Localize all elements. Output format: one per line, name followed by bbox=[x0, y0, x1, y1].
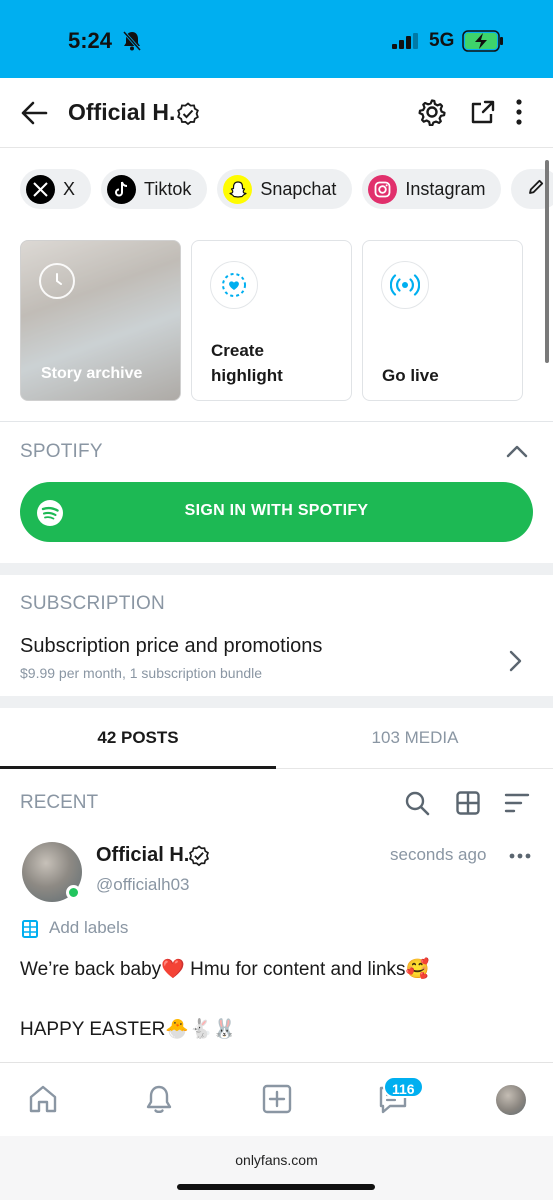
clock-history-icon bbox=[39, 263, 75, 299]
sort-icon[interactable] bbox=[504, 790, 530, 821]
scrollbar[interactable] bbox=[545, 160, 549, 363]
home-icon[interactable] bbox=[27, 1083, 59, 1120]
more-vertical-icon[interactable] bbox=[515, 98, 523, 131]
label-icon[interactable] bbox=[21, 919, 39, 944]
url-text[interactable]: onlyfans.com bbox=[0, 1152, 553, 1168]
section-divider bbox=[0, 563, 553, 575]
subscription-price-row[interactable]: Subscription price and promotions $9.99 … bbox=[0, 624, 553, 696]
grid-view-icon[interactable] bbox=[455, 790, 481, 821]
go-live-card[interactable]: Go live bbox=[362, 240, 523, 401]
tab-media[interactable]: 103 MEDIA bbox=[277, 708, 553, 769]
social-chip-label: Tiktok bbox=[144, 178, 192, 199]
subscription-section-title: SUBSCRIPTION bbox=[20, 593, 165, 614]
bell-slash-icon bbox=[122, 30, 142, 57]
share-icon[interactable] bbox=[469, 98, 497, 131]
tiktok-logo-icon bbox=[107, 174, 137, 204]
divider bbox=[0, 421, 553, 422]
add-labels-link[interactable]: Add labels bbox=[49, 918, 128, 938]
back-arrow-icon[interactable] bbox=[20, 100, 48, 131]
x-logo-icon bbox=[26, 174, 55, 204]
tab-posts[interactable]: 42 POSTS bbox=[0, 708, 276, 769]
social-chip-instagram[interactable]: Instagram bbox=[362, 169, 502, 209]
signal-icon bbox=[392, 33, 420, 54]
search-icon[interactable] bbox=[404, 790, 430, 821]
battery-charging-icon bbox=[462, 30, 504, 57]
subscription-row-detail: $9.99 per month, 1 subscription bundle bbox=[20, 665, 263, 681]
verified-badge-icon bbox=[188, 845, 210, 872]
social-chip-snapchat[interactable]: Snapchat bbox=[217, 169, 353, 209]
post-author-handle[interactable]: @officialh03 bbox=[96, 875, 190, 895]
bottom-navigation: 116 bbox=[0, 1062, 553, 1136]
verified-badge-icon bbox=[176, 102, 200, 131]
social-chip-label: X bbox=[63, 178, 76, 199]
profile-avatar-nav[interactable] bbox=[496, 1085, 526, 1115]
social-chip-label: Snapchat bbox=[260, 178, 337, 199]
messages-badge: 116 bbox=[383, 1076, 424, 1098]
post-text: HAPPY EASTER🐣🐇🐰 bbox=[20, 1019, 237, 1040]
live-broadcast-icon bbox=[381, 261, 429, 309]
status-bar: 5:24 5G bbox=[0, 0, 553, 78]
spotify-button-label: SIGN IN WITH SPOTIFY bbox=[184, 502, 369, 519]
section-divider bbox=[0, 696, 553, 708]
chevron-up-icon[interactable] bbox=[506, 444, 528, 463]
social-chip-label: Instagram bbox=[405, 178, 486, 199]
heart-highlight-icon bbox=[210, 261, 258, 309]
home-indicator[interactable] bbox=[177, 1184, 375, 1190]
content-tabs: 42 POSTS 103 MEDIA bbox=[0, 708, 553, 769]
chevron-right-icon bbox=[508, 650, 522, 677]
pencil-icon bbox=[527, 178, 545, 201]
add-post-icon[interactable] bbox=[261, 1083, 293, 1120]
network-label: 5G bbox=[429, 30, 455, 51]
create-highlight-card[interactable]: Create highlight bbox=[191, 240, 352, 401]
story-archive-label: Story archive bbox=[41, 365, 143, 382]
instagram-logo-icon bbox=[368, 174, 398, 204]
browser-bar: onlyfans.com bbox=[0, 1136, 553, 1200]
post-timestamp: seconds ago bbox=[390, 845, 487, 864]
settings-icon[interactable] bbox=[418, 98, 446, 131]
spotify-section-title: SPOTIFY bbox=[20, 441, 103, 462]
page-title: Official H. bbox=[68, 99, 176, 125]
social-chip-x[interactable]: X bbox=[20, 169, 92, 209]
recent-section-title: RECENT bbox=[20, 792, 99, 813]
social-chip-tiktok[interactable]: Tiktok bbox=[101, 169, 208, 209]
notifications-icon[interactable] bbox=[143, 1083, 175, 1120]
snapchat-logo-icon bbox=[223, 174, 253, 204]
create-highlight-line2: highlight bbox=[211, 366, 283, 385]
post-text: We’re back baby❤️ Hmu for content and li… bbox=[20, 959, 430, 980]
story-archive-card[interactable]: Story archive bbox=[20, 240, 181, 401]
post-author-name[interactable]: Official H. bbox=[96, 844, 189, 867]
status-time: 5:24 bbox=[68, 28, 113, 53]
profile-header: Official H. bbox=[0, 78, 553, 148]
subscription-row-title: Subscription price and promotions bbox=[20, 635, 323, 657]
go-live-label: Go live bbox=[382, 366, 439, 385]
more-horizontal-icon[interactable] bbox=[509, 847, 531, 865]
online-status-dot bbox=[66, 885, 81, 900]
create-highlight-line1: Create bbox=[211, 341, 264, 360]
spotify-sign-in-button[interactable]: SIGN IN WITH SPOTIFY bbox=[20, 482, 533, 542]
social-links: X Tiktok Snapchat Instagram bbox=[20, 169, 553, 209]
